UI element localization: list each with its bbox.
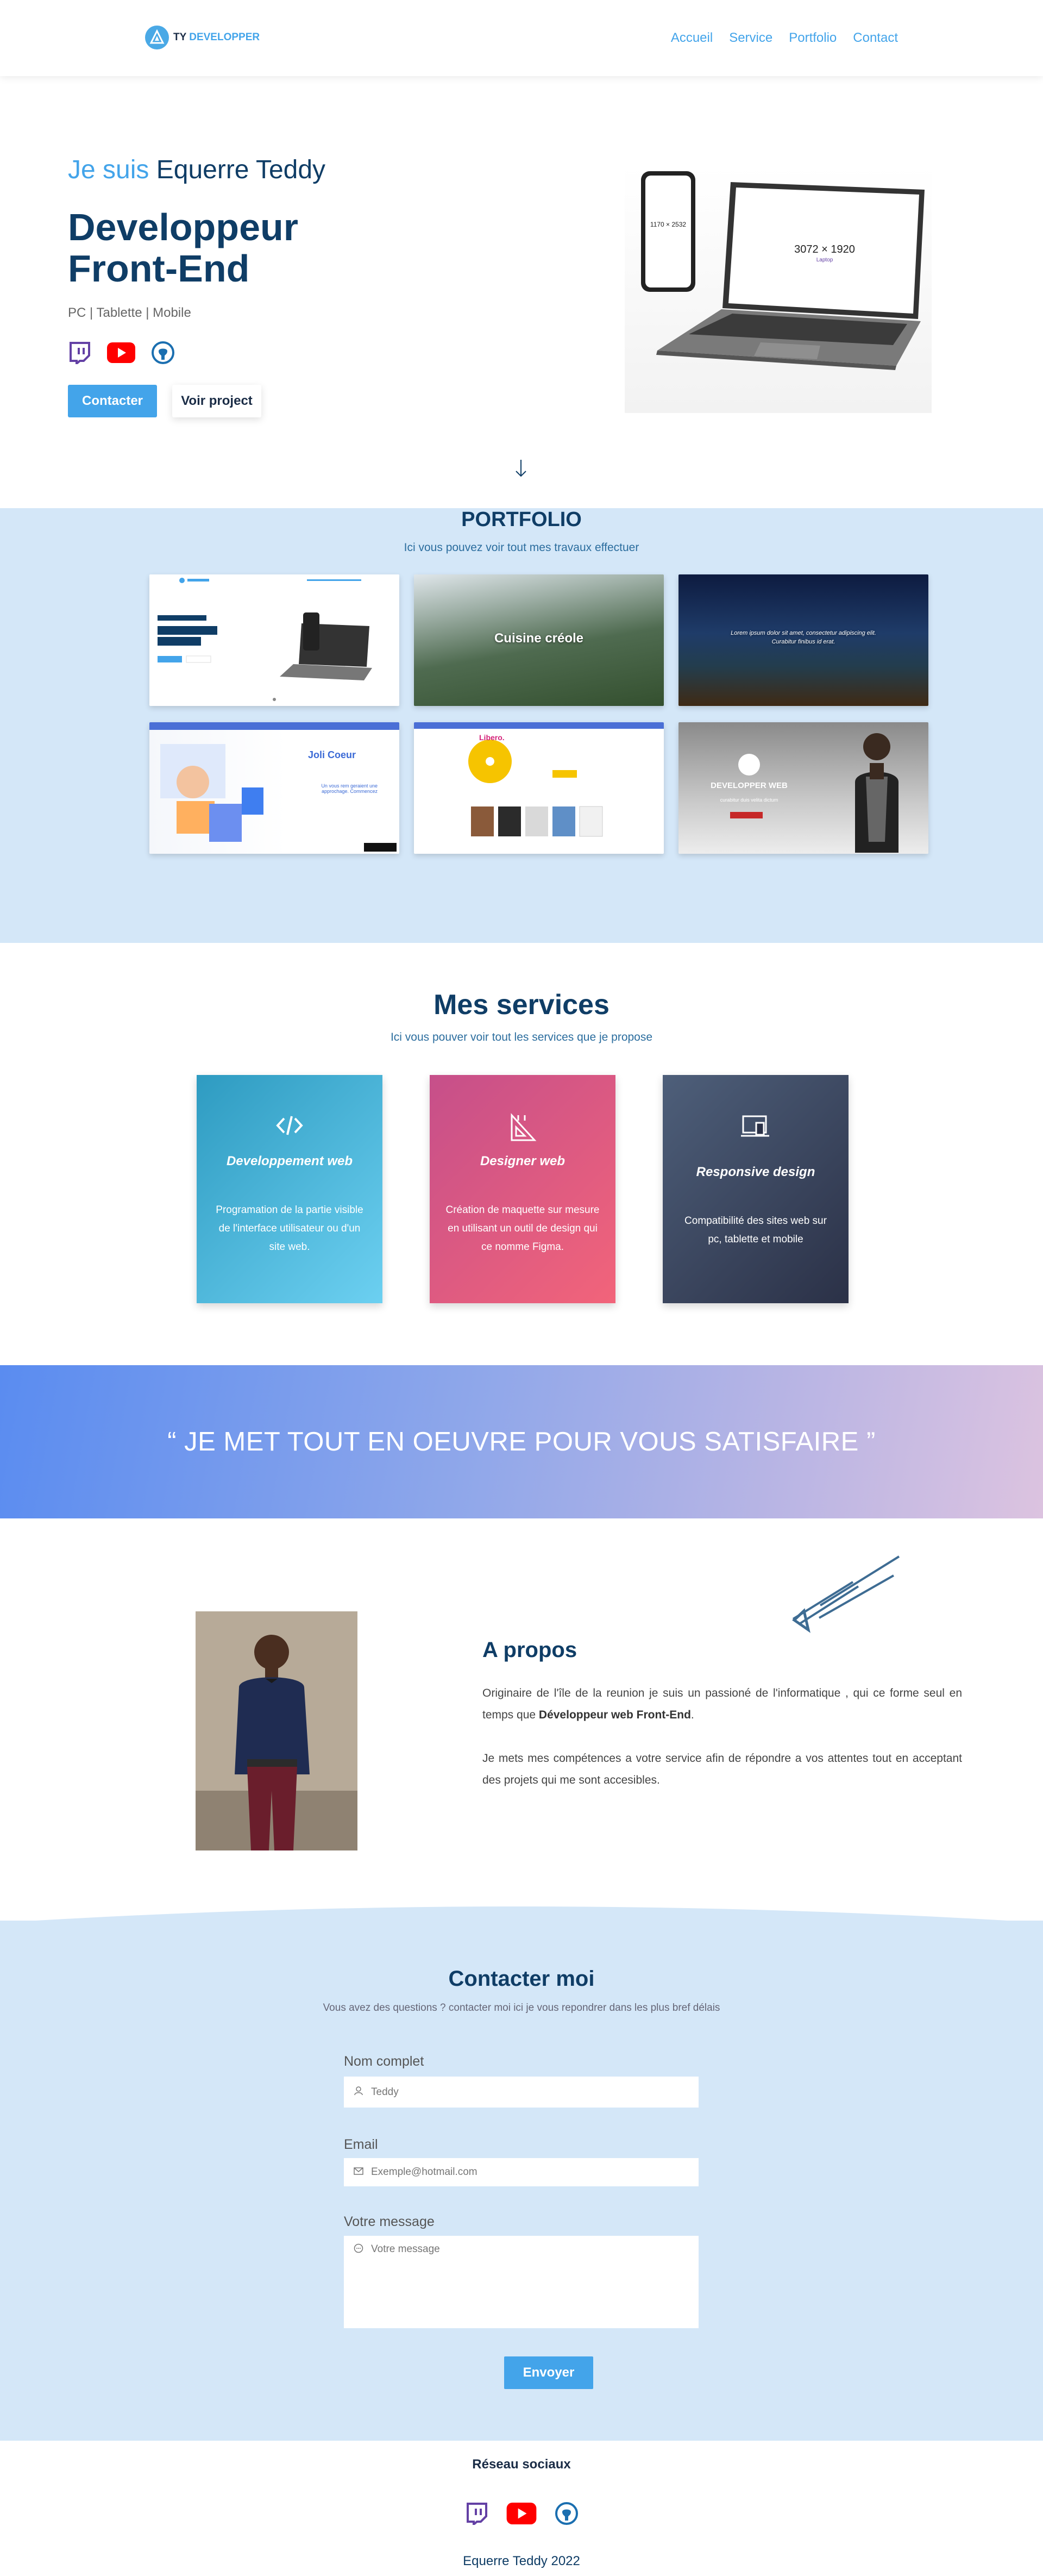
name-field (344, 2077, 699, 2108)
arrow-down-icon[interactable] (513, 458, 529, 482)
hero-social-icons (68, 341, 174, 364)
service-title: Designer web (480, 1154, 566, 1168)
laptop-label: Laptop (816, 257, 833, 263)
hero-intro: Je suis Equerre Teddy (68, 155, 326, 184)
name-input[interactable] (371, 2086, 699, 2098)
services-subtitle: Ici vous pouver voir tout les services q… (390, 1031, 653, 1043)
service-card-responsive: Responsive design Compatibilité des site… (663, 1075, 849, 1303)
contact-button[interactable]: Contacter (68, 385, 157, 417)
hero-title: Developpeur Front-End (68, 206, 298, 290)
service-text: Création de maquette sur mesure en utili… (445, 1204, 600, 1253)
laptop-resolution: 3072 × 1920 (794, 243, 855, 255)
message-label: Votre message (344, 2214, 435, 2229)
user-icon (354, 2086, 363, 2098)
nav-link-accueil[interactable]: Accueil (671, 30, 713, 46)
portfolio-title: PORTFOLIO (461, 508, 582, 531)
contact-title: Contacter moi (448, 1967, 595, 1991)
about-section: A propos Originaire de l'île de la reuni… (0, 1518, 1043, 1921)
services-list: Developpement web Programation de la par… (197, 1075, 849, 1303)
hero-buttons: Contacter Voir project (68, 385, 261, 417)
contact-subtitle: Vous avez des questions ? contacter moi … (323, 2002, 720, 2014)
service-title: Responsive design (696, 1165, 815, 1179)
logo-icon (145, 26, 169, 49)
service-card-design: Designer web Création de maquette sur me… (430, 1075, 615, 1303)
email-input[interactable] (371, 2166, 699, 2178)
services-title: Mes services (433, 989, 610, 1021)
about-title: A propos (482, 1638, 577, 1662)
portfolio-card-hotel[interactable]: Lorem ipsum dolor sit amet, consectetur … (678, 574, 928, 706)
device-mockup: 1170 × 2532 3072 × 1920 Laptop (625, 166, 932, 413)
portfolio-card-developper-web[interactable]: DEVELOPPER WEB curabitur duis velita dic… (678, 722, 928, 854)
service-text: Programation de la partie visible de l'i… (216, 1204, 363, 1253)
twitch-icon[interactable] (465, 2502, 488, 2528)
hero-section: Je suis Equerre Teddy Developpeur Front-… (0, 76, 1043, 508)
nav-link-portfolio[interactable]: Portfolio (789, 30, 837, 46)
portfolio-subtitle: Ici vous pouvez voir tout mes travaux ef… (404, 541, 639, 554)
twitch-icon[interactable] (68, 341, 91, 364)
service-card-dev: Developpement web Programation de la par… (197, 1075, 382, 1303)
design-icon (430, 1113, 615, 1143)
contact-section: Contacter moi Vous avez des questions ? … (0, 1906, 1043, 2441)
navbar: TY DEVELOPPER Accueil Service Portfolio … (0, 0, 1043, 76)
portfolio-card-cuisine-creole[interactable]: Cuisine créole (414, 574, 664, 706)
card-sublabel: Un vous rem geraient une approchage. Com… (321, 783, 378, 794)
quote-text: “ JE MET TOUT EN OEUVRE POUR VOUS SATISF… (167, 1427, 876, 1456)
card-label: Libero. (479, 733, 505, 742)
footer: Réseau sociaux Equerre Teddy 2022 (0, 2441, 1043, 2576)
logo[interactable]: TY DEVELOPPER (145, 26, 260, 49)
card-label: DEVELOPPER WEB (711, 781, 788, 790)
footer-social-icons (0, 2502, 1043, 2528)
message-input[interactable] (371, 2243, 699, 2319)
service-title: Developpement web (226, 1154, 353, 1168)
code-icon (197, 1113, 382, 1138)
about-text: Originaire de l'île de la reunion je sui… (482, 1683, 962, 1791)
portfolio-card-libero[interactable]: Libero. (414, 722, 664, 854)
view-project-button[interactable]: Voir project (172, 385, 261, 417)
services-section: Mes services Ici vous pouver voir tout l… (0, 943, 1043, 1365)
card-sublabel: curabitur duis velita dictum (720, 797, 778, 803)
service-text: Compatibilité des sites web sur pc, tabl… (684, 1215, 827, 1245)
card-label: Lorem ipsum dolor sit amet, consectetur … (731, 630, 876, 645)
card-label: Joli Coeur (308, 749, 356, 760)
about-paragraph-2: Je mets mes compétences a votre service … (482, 1752, 962, 1786)
portfolio-section: PORTFOLIO Ici vous pouvez voir tout mes … (0, 508, 1043, 943)
github-icon[interactable] (152, 341, 174, 364)
card-label: Cuisine créole (494, 631, 584, 646)
name-label: Nom complet (344, 2054, 424, 2069)
send-button[interactable]: Envoyer (504, 2356, 593, 2389)
about-paragraph-1: Originaire de l'île de la reunion je sui… (482, 1687, 962, 1721)
quote-banner: “ JE MET TOUT EN OEUVRE POUR VOUS SATISF… (0, 1365, 1043, 1518)
youtube-icon[interactable] (506, 2503, 537, 2527)
profile-photo (196, 1611, 357, 1850)
email-label: Email (344, 2137, 378, 2152)
message-field (344, 2236, 699, 2328)
github-icon[interactable] (555, 2502, 578, 2528)
email-field (344, 2158, 699, 2186)
portfolio-card-joli-coeur[interactable]: Joli Coeur Un vous rem geraient une appr… (149, 722, 399, 854)
nav-link-service[interactable]: Service (729, 30, 772, 46)
wave-divider (0, 1906, 1043, 1923)
message-icon (354, 2243, 363, 2256)
youtube-icon[interactable] (107, 342, 135, 363)
logo-text: TY DEVELOPPER (173, 32, 260, 43)
footer-title: Réseau sociaux (472, 2457, 571, 2472)
mail-icon (354, 2167, 363, 2178)
responsive-icon (663, 1113, 849, 1140)
nav-link-contact[interactable]: Contact (853, 30, 898, 46)
phone-resolution: 1170 × 2532 (650, 221, 687, 228)
hero-subtitle: PC | Tablette | Mobile (68, 305, 191, 320)
portfolio-card-portfolio-site[interactable] (149, 574, 399, 706)
nav-links: Accueil Service Portfolio Contact (671, 30, 898, 46)
pen-icon (788, 1554, 907, 1638)
portfolio-grid: Cuisine créole Lorem ipsum dolor sit ame… (149, 574, 932, 854)
